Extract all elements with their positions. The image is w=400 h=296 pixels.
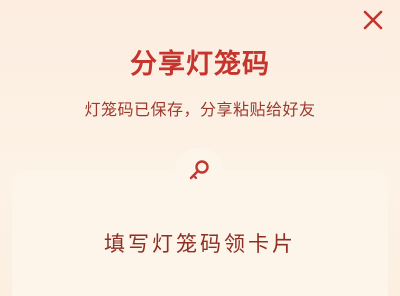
close-icon [363,10,383,30]
key-badge [174,148,224,194]
dialog-subtitle: 灯笼码已保存，分享粘贴给好友 [84,100,316,119]
dialog-title: 分享灯笼码 [130,49,270,80]
enter-code-label[interactable]: 填写灯笼码领卡片 [0,228,400,258]
close-button[interactable] [358,5,388,35]
share-lantern-code-dialog: 分享灯笼码 灯笼码已保存，分享粘贴给好友 填写灯笼码领卡片 [0,0,400,296]
key-icon [189,160,209,180]
